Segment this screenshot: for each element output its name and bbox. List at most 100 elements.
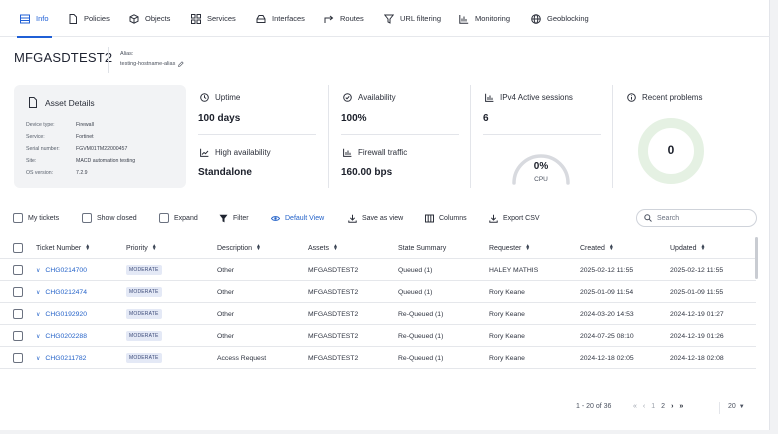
row-checkbox[interactable]	[13, 353, 23, 363]
state-cell: Queued (1)	[398, 266, 433, 274]
sort-icon: ▲ ▼	[333, 243, 338, 252]
document-icon	[69, 13, 77, 24]
filter-button[interactable]: Filter	[219, 211, 249, 225]
header-ticket-number[interactable]: Ticket Number ▲ ▼	[36, 237, 90, 259]
chevron-down-icon[interactable]: ∨	[36, 311, 40, 318]
pagination-range: 1 - 20 of 36	[576, 403, 612, 410]
ticket-link[interactable]: ∨ CHG0192920	[36, 303, 87, 325]
next-page-button[interactable]: ›	[671, 403, 673, 410]
cpu-value: 0%	[533, 161, 549, 172]
sort-icon: ▲ ▼	[151, 243, 157, 252]
chevron-down-icon[interactable]: ∨	[36, 267, 40, 274]
header-updated[interactable]: Updated ▲ ▼	[670, 237, 705, 259]
row-checkbox[interactable]	[13, 309, 23, 319]
tab-objects[interactable]: Objects	[129, 0, 170, 37]
table-row[interactable]: ∨ CHG0202288 MODERATE Other MFGASDTEST2 Re-Qu…	[0, 325, 756, 347]
header-description[interactable]: Description ▲ ▼	[217, 237, 261, 259]
chevron-down-icon: ▼	[738, 403, 745, 410]
my-tickets-checkbox[interactable]: My tickets	[13, 211, 59, 225]
cube-icon	[129, 13, 139, 24]
download-icon	[489, 214, 498, 223]
last-page-button[interactable]: »	[679, 403, 683, 410]
tab-bar: Info Policies Objects Services Interface…	[0, 0, 770, 38]
search-input[interactable]: Search	[636, 209, 757, 227]
page-1-button[interactable]: 1	[651, 403, 655, 410]
row-checkbox[interactable]	[13, 331, 23, 341]
asset-row: Serial number: FGVM01TM22000457	[26, 146, 128, 152]
row-checkbox[interactable]	[13, 265, 23, 275]
assets-cell: MFGASDTEST2	[308, 354, 359, 362]
availability-label: Availability	[343, 93, 396, 102]
tab-routes[interactable]: Routes	[324, 0, 364, 37]
requester-cell: HALEY MATHIS	[489, 266, 539, 274]
search-placeholder: Search	[657, 214, 680, 222]
tab-services[interactable]: Services	[191, 0, 236, 37]
cpu-label: CPU	[534, 176, 548, 183]
table-row[interactable]: ∨ CHG0214700 MODERATE Other MFGASDTEST2 Queue…	[0, 259, 756, 281]
tab-url-filtering[interactable]: URL filtering	[384, 0, 441, 37]
download-icon	[348, 214, 357, 223]
columns-icon	[425, 214, 434, 222]
description-cell: Other	[217, 266, 234, 274]
expand-checkbox[interactable]: Expand	[159, 211, 198, 225]
show-closed-checkbox[interactable]: Show closed	[82, 211, 137, 225]
table-row[interactable]: ∨ CHG0212474 MODERATE Other MFGASDTEST2 Queue…	[0, 281, 756, 303]
assets-cell: MFGASDTEST2	[308, 288, 359, 296]
tab-geoblocking[interactable]: Geoblocking	[531, 0, 589, 37]
header-state-summary[interactable]: State Summary	[398, 237, 446, 259]
updated-cell: 2024-12-18 02:08	[670, 354, 724, 362]
recent-problems-label: Recent problems	[627, 93, 702, 102]
page-2-button[interactable]: 2	[661, 403, 665, 410]
edit-pencil-icon[interactable]	[178, 61, 184, 67]
checkbox[interactable]	[13, 213, 23, 223]
tab-policies[interactable]: Policies	[68, 0, 110, 37]
export-csv-button[interactable]: Export CSV	[489, 211, 540, 225]
header-priority[interactable]: Priority ▲ ▼	[126, 237, 157, 259]
ticket-link[interactable]: ∨ CHG0212474	[36, 281, 87, 303]
chevron-down-icon[interactable]: ∨	[36, 333, 40, 340]
header-assets[interactable]: Assets ▲ ▼	[308, 237, 338, 259]
row-checkbox[interactable]	[13, 287, 23, 297]
priority-cell: MODERATE	[126, 303, 162, 325]
header-created[interactable]: Created ▲ ▼	[580, 237, 614, 259]
save-as-view-button[interactable]: Save as view	[348, 211, 403, 225]
tab-interfaces[interactable]: Interfaces	[256, 0, 305, 37]
checkbox[interactable]	[159, 213, 169, 223]
sort-icon: ▲ ▼	[608, 243, 614, 252]
columns-button[interactable]: Columns	[425, 211, 467, 225]
asset-details-card: Asset Details Device type: Firewall Servi…	[14, 85, 186, 188]
default-view-button[interactable]: Default View	[271, 211, 324, 225]
uptime-value: 100 days	[198, 113, 241, 124]
ipv4-sessions-label: IPv4 Active sessions	[485, 93, 573, 102]
select-all-checkbox[interactable]	[13, 243, 23, 253]
alias-value: testing-hostname-alias	[120, 61, 184, 67]
ticket-link[interactable]: ∨ CHG0214700	[36, 259, 87, 281]
high-availability-label: High availability	[200, 148, 271, 157]
chevron-down-icon[interactable]: ∨	[36, 289, 40, 296]
created-cell: 2024-03-20 14:53	[580, 310, 634, 318]
table-row[interactable]: ∨ CHG0192920 MODERATE Other MFGASDTEST2 Re-Qu…	[0, 303, 756, 325]
table-row[interactable]: ∨ CHG0211782 MODERATE Access Request MFGASDT…	[0, 347, 756, 369]
checkbox[interactable]	[82, 213, 92, 223]
divider	[341, 134, 459, 135]
tab-info[interactable]: Info	[17, 0, 51, 38]
state-cell: Re-Queued (1)	[398, 332, 444, 340]
tab-monitoring[interactable]: Monitoring	[459, 0, 510, 37]
header-requester[interactable]: Requester ▲ ▼	[489, 237, 530, 259]
ticket-link[interactable]: ∨ CHG0202288	[36, 325, 87, 347]
document-icon	[29, 97, 37, 108]
divider	[483, 134, 601, 135]
alias-label: Alias:	[120, 51, 134, 57]
bar-chart-icon	[485, 93, 494, 102]
search-icon	[644, 214, 652, 222]
asset-title-text: Asset Details	[45, 97, 95, 108]
vertical-scrollbar[interactable]	[755, 237, 758, 279]
first-page-button[interactable]: «	[633, 403, 637, 410]
grid-icon	[191, 13, 201, 24]
chevron-down-icon[interactable]: ∨	[36, 355, 40, 362]
ticket-link[interactable]: ∨ CHG0211782	[36, 347, 86, 369]
page-size-select[interactable]: 20 ▼	[728, 403, 745, 410]
info-icon	[627, 93, 636, 102]
prev-page-button[interactable]: ‹	[643, 403, 645, 410]
tab-label: Routes	[340, 14, 364, 23]
